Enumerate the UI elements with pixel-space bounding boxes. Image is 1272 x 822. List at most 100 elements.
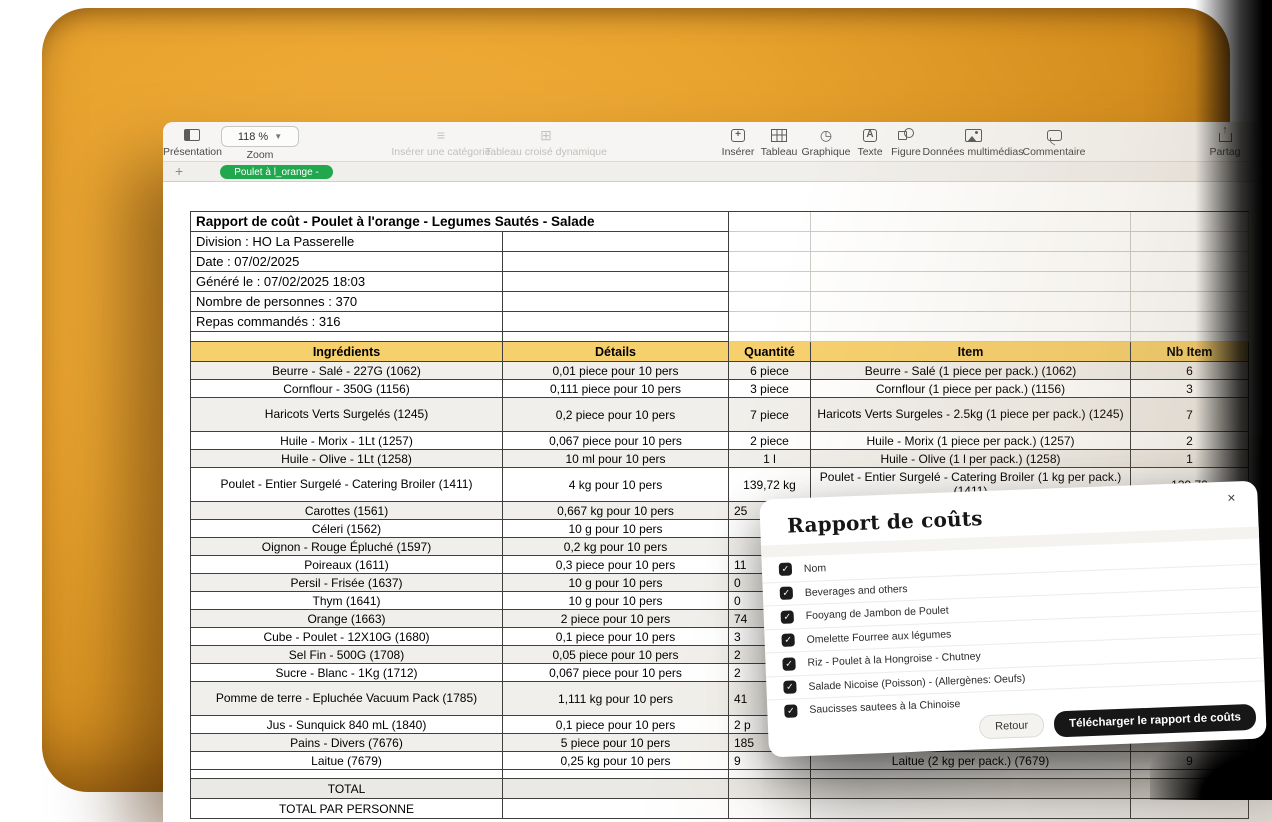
table-cell[interactable]: Cornflour (1 piece per pack.) (1156) [811, 380, 1131, 398]
table-cell[interactable]: 0,1 piece pour 10 pers [503, 628, 729, 646]
table-cell[interactable] [1131, 799, 1249, 819]
table-cell[interactable]: 6 [1131, 362, 1249, 380]
table-cell[interactable]: Thym (1641) [191, 592, 503, 610]
table-cell[interactable] [503, 312, 729, 332]
table-cell[interactable] [811, 272, 1131, 292]
table-cell[interactable]: Sucre - Blanc - 1Kg (1712) [191, 664, 503, 682]
table-cell[interactable]: Item [811, 342, 1131, 362]
table-cell[interactable]: Jus - Sunquick 840 mL (1840) [191, 716, 503, 734]
table-cell[interactable]: Huile - Olive (1 l per pack.) (1258) [811, 450, 1131, 468]
table-cell[interactable] [811, 779, 1131, 799]
table-cell[interactable]: Ingrédients [191, 342, 503, 362]
table-cell[interactable] [729, 770, 811, 779]
table-cell[interactable]: Orange (1663) [191, 610, 503, 628]
table-cell[interactable]: 7 [1131, 398, 1249, 432]
table-cell[interactable] [503, 332, 729, 342]
table-cell[interactable]: 0,2 kg pour 10 pers [503, 538, 729, 556]
table-cell[interactable]: Carottes (1561) [191, 502, 503, 520]
table-cell[interactable] [729, 232, 811, 252]
table-cell[interactable]: TOTAL [191, 779, 503, 799]
table-cell[interactable]: Cornflour - 350G (1156) [191, 380, 503, 398]
table-cell[interactable] [1131, 312, 1249, 332]
table-cell[interactable]: Poireaux (1611) [191, 556, 503, 574]
table-cell[interactable]: Cube - Poulet - 12X10G (1680) [191, 628, 503, 646]
table-cell[interactable]: Division : HO La Passerelle [191, 232, 503, 252]
table-cell[interactable]: 0,01 piece pour 10 pers [503, 362, 729, 380]
table-cell[interactable]: 0,3 piece pour 10 pers [503, 556, 729, 574]
table-cell[interactable] [503, 292, 729, 312]
table-cell[interactable]: Repas commandés : 316 [191, 312, 503, 332]
table-cell[interactable]: 3 [1131, 380, 1249, 398]
sheet-tab-active[interactable]: Poulet à l_orange - [220, 165, 333, 179]
table-cell[interactable]: 10 g pour 10 pers [503, 574, 729, 592]
table-cell[interactable]: Persil - Frisée (1637) [191, 574, 503, 592]
table-cell[interactable]: 2 [1131, 432, 1249, 450]
table-cell[interactable]: Haricots Verts Surgeles - 2.5kg (1 piece… [811, 398, 1131, 432]
table-cell[interactable] [503, 799, 729, 819]
table-cell[interactable]: 6 piece [729, 362, 811, 380]
table-cell[interactable]: Rapport de coût - Poulet à l'orange - Le… [191, 212, 729, 232]
checkbox-checked-icon[interactable]: ✓ [783, 681, 796, 694]
table-cell[interactable]: 0,667 kg pour 10 pers [503, 502, 729, 520]
table-cell[interactable]: Détails [503, 342, 729, 362]
table-cell[interactable]: 10 g pour 10 pers [503, 592, 729, 610]
table-cell[interactable]: Nb Item [1131, 342, 1249, 362]
table-cell[interactable] [1131, 232, 1249, 252]
close-icon[interactable]: × [1227, 490, 1236, 504]
table-cell[interactable] [729, 212, 811, 232]
table-cell[interactable]: 1,111 kg pour 10 pers [503, 682, 729, 716]
table-cell[interactable]: 9 [1131, 752, 1249, 770]
table-cell[interactable] [1131, 292, 1249, 312]
table-cell[interactable]: 1 [1131, 450, 1249, 468]
table-cell[interactable]: Beurre - Salé (1 piece per pack.) (1062) [811, 362, 1131, 380]
table-cell[interactable] [811, 252, 1131, 272]
table-cell[interactable]: Huile - Morix - 1Lt (1257) [191, 432, 503, 450]
table-cell[interactable] [811, 799, 1131, 819]
chart-button[interactable]: ◷ Graphique [796, 126, 856, 158]
table-cell[interactable]: Date : 07/02/2025 [191, 252, 503, 272]
table-cell[interactable] [729, 312, 811, 332]
table-cell[interactable]: 0,067 piece pour 10 pers [503, 664, 729, 682]
table-cell[interactable]: Pains - Divers (7676) [191, 734, 503, 752]
table-cell[interactable] [1131, 770, 1249, 779]
table-cell[interactable]: Sel Fin - 500G (1708) [191, 646, 503, 664]
table-cell[interactable] [1131, 212, 1249, 232]
presentation-button[interactable]: Présentation [163, 126, 221, 158]
table-cell[interactable]: Oignon - Rouge Épluché (1597) [191, 538, 503, 556]
checkbox-checked-icon[interactable]: ✓ [784, 704, 797, 717]
table-cell[interactable]: Laitue (2 kg per pack.) (7679) [811, 752, 1131, 770]
table-cell[interactable] [729, 779, 811, 799]
table-cell[interactable] [503, 770, 729, 779]
checkbox-checked-icon[interactable]: ✓ [779, 563, 792, 576]
table-cell[interactable] [1131, 252, 1249, 272]
table-cell[interactable]: 0,067 piece pour 10 pers [503, 432, 729, 450]
checkbox-checked-icon[interactable]: ✓ [780, 587, 793, 600]
table-cell[interactable] [191, 332, 503, 342]
table-cell[interactable]: Laitue (7679) [191, 752, 503, 770]
table-cell[interactable]: Nombre de personnes : 370 [191, 292, 503, 312]
back-button[interactable]: Retour [979, 713, 1045, 739]
share-button[interactable]: ↑ Partag [1185, 126, 1265, 158]
table-cell[interactable] [1131, 779, 1249, 799]
table-cell[interactable] [811, 212, 1131, 232]
table-cell[interactable] [811, 312, 1131, 332]
table-cell[interactable] [811, 770, 1131, 779]
checkbox-checked-icon[interactable]: ✓ [781, 610, 794, 623]
table-cell[interactable]: Poulet - Entier Surgelé - Catering Broil… [191, 468, 503, 502]
table-cell[interactable] [811, 232, 1131, 252]
table-cell[interactable] [503, 232, 729, 252]
table-cell[interactable] [191, 770, 503, 779]
table-cell[interactable]: Haricots Verts Surgelés (1245) [191, 398, 503, 432]
table-cell[interactable]: 0,111 piece pour 10 pers [503, 380, 729, 398]
table-cell[interactable]: Généré le : 07/02/2025 18:03 [191, 272, 503, 292]
table-cell[interactable] [811, 332, 1131, 342]
table-cell[interactable]: Beurre - Salé - 227G (1062) [191, 362, 503, 380]
table-cell[interactable]: 10 ml pour 10 pers [503, 450, 729, 468]
comment-button[interactable]: Commentaire [1009, 126, 1099, 158]
text-button[interactable]: A Texte [850, 126, 890, 158]
table-cell[interactable]: 5 piece pour 10 pers [503, 734, 729, 752]
table-cell[interactable]: 3 piece [729, 380, 811, 398]
table-cell[interactable] [503, 252, 729, 272]
checkbox-checked-icon[interactable]: ✓ [781, 634, 794, 647]
table-cell[interactable]: 0,2 piece pour 10 pers [503, 398, 729, 432]
